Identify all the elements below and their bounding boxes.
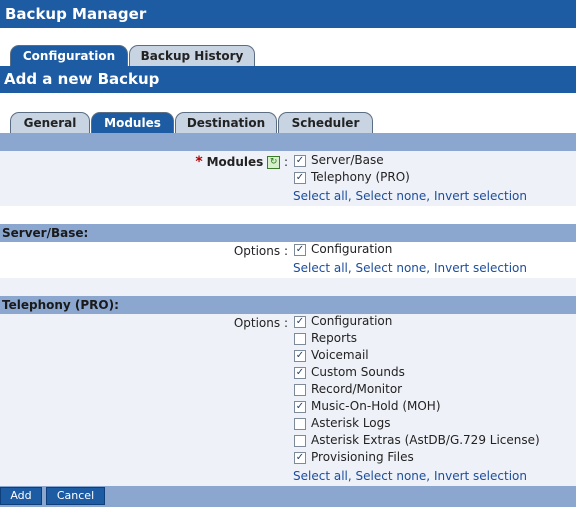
telephony-option-label: Record/Monitor [311, 382, 403, 396]
telephony-option-checkbox[interactable] [294, 418, 306, 430]
telephony-option-checkbox[interactable]: ✓ [294, 452, 306, 464]
module-checkbox[interactable]: ✓ [294, 172, 306, 184]
telephony-heading: Telephony (PRO): [0, 296, 576, 314]
spacer [0, 278, 576, 296]
telephony-option-label: Configuration [311, 314, 393, 328]
telephony-panel [0, 314, 576, 486]
checkmark-icon: ✓ [295, 350, 305, 361]
telephony-option-label: Voicemail [311, 348, 369, 362]
tab-configuration[interactable]: Configuration [10, 45, 128, 66]
module-checkbox[interactable]: ✓ [294, 155, 306, 167]
telephony-option-label: Custom Sounds [311, 365, 405, 379]
checkmark-icon: ✓ [295, 452, 305, 463]
invert-selection-link[interactable]: Invert selection [434, 469, 527, 483]
telephony-option-checkbox[interactable]: ✓ [294, 316, 306, 328]
checkmark-icon: ✓ [295, 316, 305, 327]
select-none-link[interactable]: Select none [356, 261, 427, 275]
server-option-checkbox[interactable]: ✓ [294, 244, 306, 256]
modules-selection-links: Select all, Select none, Invert selectio… [293, 189, 527, 203]
server-base-heading: Server/Base: [0, 224, 576, 242]
divider-strip [0, 133, 576, 151]
checkmark-icon: ✓ [295, 367, 305, 378]
module-label: Telephony (PRO) [311, 170, 410, 184]
server-base-options-label: Options : [233, 244, 288, 258]
top-tab-row: Configuration Backup History [0, 28, 576, 66]
telephony-option-checkbox[interactable]: ✓ [294, 401, 306, 413]
server-base-selection-links: Select all, Select none, Invert selectio… [293, 261, 527, 275]
module-label: Server/Base [311, 153, 384, 167]
checkmark-icon: ✓ [295, 401, 305, 412]
spacer [0, 206, 576, 224]
modules-colon: : [283, 155, 288, 169]
tab-modules[interactable]: Modules [91, 112, 174, 133]
telephony-option-checkbox[interactable]: ✓ [294, 350, 306, 362]
select-none-link[interactable]: Select none [356, 469, 427, 483]
refresh-icon[interactable]: ↻ [267, 156, 281, 169]
server-option-label: Configuration [311, 242, 393, 256]
telephony-option-label: Reports [311, 331, 358, 345]
select-all-link[interactable]: Select all [293, 189, 348, 203]
telephony-option-label: Music-On-Hold (MOH) [311, 399, 441, 413]
invert-selection-link[interactable]: Invert selection [434, 261, 527, 275]
telephony-option-checkbox[interactable] [294, 435, 306, 447]
invert-selection-link[interactable]: Invert selection [434, 189, 527, 203]
telephony-option-checkbox[interactable] [294, 384, 306, 396]
tab-destination[interactable]: Destination [175, 112, 277, 133]
checkmark-icon: ✓ [295, 155, 305, 166]
select-none-link[interactable]: Select none [356, 189, 427, 203]
select-all-link[interactable]: Select all [293, 469, 348, 483]
cancel-button[interactable]: Cancel [46, 487, 105, 505]
select-all-link[interactable]: Select all [293, 261, 348, 275]
telephony-options-label: Options : [233, 316, 288, 330]
modules-label-row: * Modules ↻ : [150, 154, 288, 170]
section-title: Add a new Backup [0, 66, 576, 93]
telephony-option-label: Provisioning Files [311, 450, 414, 464]
tab-general[interactable]: General [10, 112, 90, 133]
telephony-option-label: Asterisk Extras (AstDB/G.729 License) [311, 433, 540, 447]
app-title: Backup Manager [0, 0, 576, 28]
required-marker: * [195, 154, 203, 170]
telephony-option-checkbox[interactable] [294, 333, 306, 345]
sub-tab-row: General Modules Destination Scheduler [0, 93, 576, 133]
checkmark-icon: ✓ [295, 172, 305, 183]
tab-backup-history[interactable]: Backup History [129, 45, 255, 66]
telephony-option-checkbox[interactable]: ✓ [294, 367, 306, 379]
telephony-selection-links: Select all, Select none, Invert selectio… [293, 469, 527, 483]
telephony-option-label: Asterisk Logs [311, 416, 391, 430]
tab-scheduler[interactable]: Scheduler [278, 112, 373, 133]
modules-label: Modules [206, 155, 264, 169]
add-button[interactable]: Add [0, 487, 42, 505]
checkmark-icon: ✓ [295, 244, 305, 255]
